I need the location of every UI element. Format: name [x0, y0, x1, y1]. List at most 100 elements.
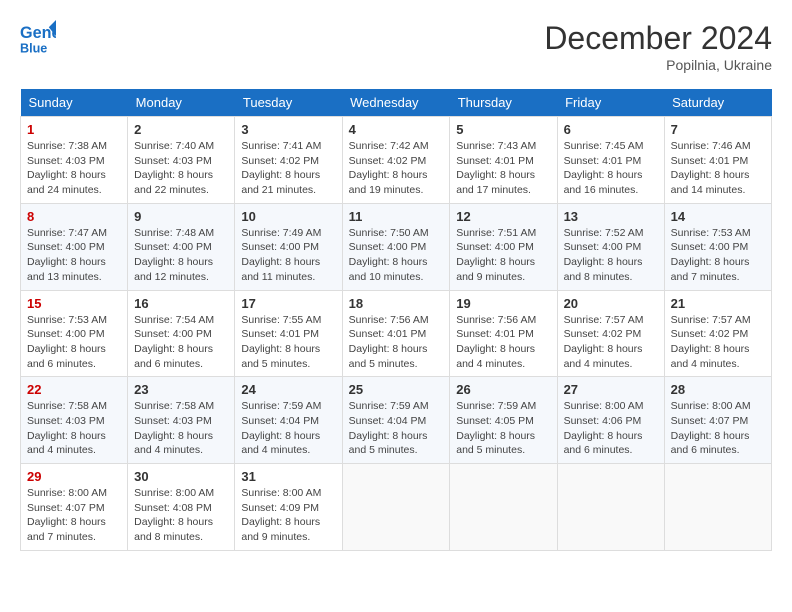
day-number: 25	[349, 382, 444, 397]
calendar-cell: 10Sunrise: 7:49 AMSunset: 4:00 PMDayligh…	[235, 203, 342, 290]
weekday-header-friday: Friday	[557, 89, 664, 117]
calendar-cell: 16 Sunrise: 7:54 AMSunset: 4:00 PMDayligh…	[128, 290, 235, 377]
day-info: Sunrise: 7:51 AMSunset: 4:00 PMDaylight:…	[456, 226, 550, 285]
day-info: Sunrise: 7:59 AMSunset: 4:04 PMDaylight:…	[349, 399, 444, 458]
calendar-cell: 19 Sunrise: 7:56 AMSunset: 4:01 PMDayligh…	[450, 290, 557, 377]
day-number: 3	[241, 122, 335, 137]
day-number: 18	[349, 296, 444, 311]
calendar-cell: 21 Sunrise: 7:57 AMSunset: 4:02 PMDayligh…	[664, 290, 771, 377]
day-info: Sunrise: 7:38 AMSunset: 4:03 PMDaylight:…	[27, 139, 121, 198]
day-number: 21	[671, 296, 765, 311]
calendar-cell: 18 Sunrise: 7:56 AMSunset: 4:01 PMDayligh…	[342, 290, 450, 377]
calendar-cell: 2Sunrise: 7:40 AMSunset: 4:03 PMDaylight…	[128, 117, 235, 204]
day-info: Sunrise: 8:00 AMSunset: 4:09 PMDaylight:…	[241, 486, 335, 545]
weekday-header-monday: Monday	[128, 89, 235, 117]
calendar-cell	[664, 464, 771, 551]
day-info: Sunrise: 7:53 AMSunset: 4:00 PMDaylight:…	[671, 226, 765, 285]
day-info: Sunrise: 8:00 AMSunset: 4:06 PMDaylight:…	[564, 399, 658, 458]
calendar-body: 1Sunrise: 7:38 AMSunset: 4:03 PMDaylight…	[21, 117, 772, 551]
day-number: 28	[671, 382, 765, 397]
day-number: 22	[27, 382, 121, 397]
weekday-header-wednesday: Wednesday	[342, 89, 450, 117]
day-info: Sunrise: 7:59 AMSunset: 4:04 PMDaylight:…	[241, 399, 335, 458]
weekday-header-saturday: Saturday	[664, 89, 771, 117]
day-number: 15	[27, 296, 121, 311]
calendar-cell: 29 Sunrise: 8:00 AMSunset: 4:07 PMDayligh…	[21, 464, 128, 551]
day-number: 29	[27, 469, 121, 484]
month-title: December 2024	[544, 20, 772, 57]
calendar-week-5: 29 Sunrise: 8:00 AMSunset: 4:07 PMDayligh…	[21, 464, 772, 551]
calendar-cell: 28 Sunrise: 8:00 AMSunset: 4:07 PMDayligh…	[664, 377, 771, 464]
location: Popilnia, Ukraine	[544, 57, 772, 73]
calendar-cell: 24 Sunrise: 7:59 AMSunset: 4:04 PMDayligh…	[235, 377, 342, 464]
day-number: 9	[134, 209, 228, 224]
day-info: Sunrise: 7:57 AMSunset: 4:02 PMDaylight:…	[564, 313, 658, 372]
day-number: 8	[27, 209, 121, 224]
calendar-cell: 6 Sunrise: 7:45 AMSunset: 4:01 PMDaylight…	[557, 117, 664, 204]
day-number: 6	[564, 122, 658, 137]
calendar-cell: 20 Sunrise: 7:57 AMSunset: 4:02 PMDayligh…	[557, 290, 664, 377]
day-number: 5	[456, 122, 550, 137]
day-info: Sunrise: 7:41 AMSunset: 4:02 PMDaylight:…	[241, 139, 335, 198]
day-number: 31	[241, 469, 335, 484]
day-info: Sunrise: 7:40 AMSunset: 4:03 PMDaylight:…	[134, 139, 228, 198]
calendar-cell: 26 Sunrise: 7:59 AMSunset: 4:05 PMDayligh…	[450, 377, 557, 464]
day-info: Sunrise: 7:59 AMSunset: 4:05 PMDaylight:…	[456, 399, 550, 458]
day-info: Sunrise: 7:53 AMSunset: 4:00 PMDaylight:…	[27, 313, 121, 372]
weekday-header-sunday: Sunday	[21, 89, 128, 117]
calendar-week-2: 8 Sunrise: 7:47 AMSunset: 4:00 PMDaylight…	[21, 203, 772, 290]
day-number: 4	[349, 122, 444, 137]
day-number: 12	[456, 209, 550, 224]
day-info: Sunrise: 7:58 AMSunset: 4:03 PMDaylight:…	[27, 399, 121, 458]
day-info: Sunrise: 7:45 AMSunset: 4:01 PMDaylight:…	[564, 139, 658, 198]
calendar-cell: 15 Sunrise: 7:53 AMSunset: 4:00 PMDayligh…	[21, 290, 128, 377]
day-info: Sunrise: 7:52 AMSunset: 4:00 PMDaylight:…	[564, 226, 658, 285]
day-info: Sunrise: 8:00 AMSunset: 4:08 PMDaylight:…	[134, 486, 228, 545]
calendar-week-3: 15 Sunrise: 7:53 AMSunset: 4:00 PMDayligh…	[21, 290, 772, 377]
calendar-cell: 27Sunrise: 8:00 AMSunset: 4:06 PMDayligh…	[557, 377, 664, 464]
calendar-cell	[342, 464, 450, 551]
page-header: General Blue December 2024 Popilnia, Ukr…	[20, 20, 772, 73]
calendar-table: SundayMondayTuesdayWednesdayThursdayFrid…	[20, 89, 772, 551]
calendar-cell: 25 Sunrise: 7:59 AMSunset: 4:04 PMDayligh…	[342, 377, 450, 464]
day-info: Sunrise: 7:58 AMSunset: 4:03 PMDaylight:…	[134, 399, 228, 458]
day-number: 26	[456, 382, 550, 397]
day-number: 20	[564, 296, 658, 311]
day-number: 30	[134, 469, 228, 484]
calendar-cell: 23Sunrise: 7:58 AMSunset: 4:03 PMDayligh…	[128, 377, 235, 464]
svg-text:Blue: Blue	[20, 41, 47, 55]
logo: General Blue	[20, 20, 56, 56]
day-info: Sunrise: 7:55 AMSunset: 4:01 PMDaylight:…	[241, 313, 335, 372]
day-number: 14	[671, 209, 765, 224]
calendar-cell: 9Sunrise: 7:48 AMSunset: 4:00 PMDaylight…	[128, 203, 235, 290]
calendar-cell: 3 Sunrise: 7:41 AMSunset: 4:02 PMDaylight…	[235, 117, 342, 204]
day-number: 17	[241, 296, 335, 311]
calendar-week-4: 22 Sunrise: 7:58 AMSunset: 4:03 PMDayligh…	[21, 377, 772, 464]
day-info: Sunrise: 8:00 AMSunset: 4:07 PMDaylight:…	[27, 486, 121, 545]
day-number: 19	[456, 296, 550, 311]
day-number: 11	[349, 209, 444, 224]
day-info: Sunrise: 7:42 AMSunset: 4:02 PMDaylight:…	[349, 139, 444, 198]
day-info: Sunrise: 7:43 AMSunset: 4:01 PMDaylight:…	[456, 139, 550, 198]
calendar-cell: 4 Sunrise: 7:42 AMSunset: 4:02 PMDaylight…	[342, 117, 450, 204]
calendar-cell: 12 Sunrise: 7:51 AMSunset: 4:00 PMDayligh…	[450, 203, 557, 290]
day-info: Sunrise: 7:56 AMSunset: 4:01 PMDaylight:…	[456, 313, 550, 372]
day-info: Sunrise: 8:00 AMSunset: 4:07 PMDaylight:…	[671, 399, 765, 458]
weekday-header-thursday: Thursday	[450, 89, 557, 117]
calendar-cell: 5 Sunrise: 7:43 AMSunset: 4:01 PMDaylight…	[450, 117, 557, 204]
day-number: 24	[241, 382, 335, 397]
day-info: Sunrise: 7:57 AMSunset: 4:02 PMDaylight:…	[671, 313, 765, 372]
calendar-cell: 22 Sunrise: 7:58 AMSunset: 4:03 PMDayligh…	[21, 377, 128, 464]
calendar-cell: 14 Sunrise: 7:53 AMSunset: 4:00 PMDayligh…	[664, 203, 771, 290]
calendar-week-1: 1Sunrise: 7:38 AMSunset: 4:03 PMDaylight…	[21, 117, 772, 204]
day-number: 16	[134, 296, 228, 311]
day-info: Sunrise: 7:54 AMSunset: 4:00 PMDaylight:…	[134, 313, 228, 372]
day-info: Sunrise: 7:47 AMSunset: 4:00 PMDaylight:…	[27, 226, 121, 285]
title-block: December 2024 Popilnia, Ukraine	[544, 20, 772, 73]
calendar-cell	[450, 464, 557, 551]
day-info: Sunrise: 7:50 AMSunset: 4:00 PMDaylight:…	[349, 226, 444, 285]
day-info: Sunrise: 7:56 AMSunset: 4:01 PMDaylight:…	[349, 313, 444, 372]
calendar-cell	[557, 464, 664, 551]
calendar-cell: 31 Sunrise: 8:00 AMSunset: 4:09 PMDayligh…	[235, 464, 342, 551]
weekday-header-row: SundayMondayTuesdayWednesdayThursdayFrid…	[21, 89, 772, 117]
